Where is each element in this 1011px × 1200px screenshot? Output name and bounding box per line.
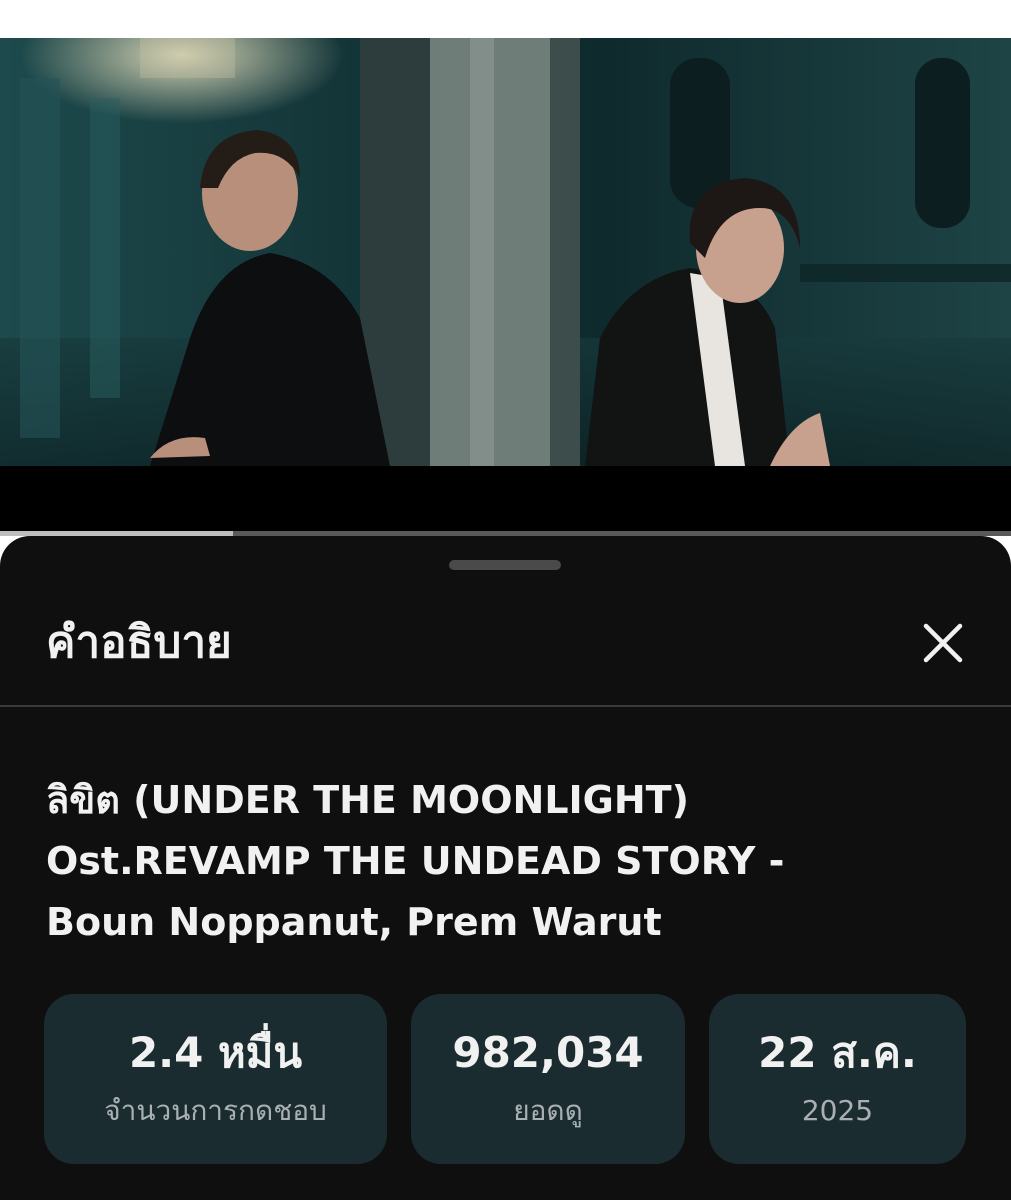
close-icon bbox=[923, 623, 963, 663]
likes-count: 2.4 หมื่น bbox=[128, 1028, 303, 1077]
video-title-line: ลิขิต (UNDER THE MOONLIGHT) bbox=[46, 778, 689, 822]
views-label: ยอดดู bbox=[513, 1094, 583, 1127]
video-title-line: Ost.REVAMP THE UNDEAD STORY - bbox=[46, 839, 785, 883]
close-button[interactable] bbox=[914, 614, 972, 672]
description-panel: คำอธิบาย ลิขิต (UNDER THE MOONLIGHT) Ost… bbox=[0, 536, 1011, 1200]
views-stat-card: 982,034 ยอดดู bbox=[411, 994, 685, 1164]
video-title-line: Boun Noppanut, Prem Warut bbox=[46, 900, 662, 944]
video-title: ลิขิต (UNDER THE MOONLIGHT) Ost.REVAMP T… bbox=[46, 770, 946, 953]
video-frame[interactable] bbox=[0, 38, 1011, 466]
video-player[interactable] bbox=[0, 38, 1011, 534]
likes-stat-card: 2.4 หมื่น จำนวนการกดชอบ bbox=[44, 994, 387, 1164]
likes-label: จำนวนการกดชอบ bbox=[104, 1094, 327, 1127]
video-thumbnail-image bbox=[0, 38, 1011, 466]
drag-handle[interactable] bbox=[449, 560, 561, 570]
upload-date: 22 ส.ค. bbox=[758, 1028, 917, 1077]
header-divider bbox=[0, 705, 1011, 707]
upload-year: 2025 bbox=[801, 1094, 874, 1127]
status-area bbox=[0, 0, 1011, 38]
views-count: 982,034 bbox=[452, 1028, 644, 1077]
date-stat-card: 22 ส.ค. 2025 bbox=[709, 994, 966, 1164]
panel-title: คำอธิบาย bbox=[46, 617, 232, 668]
